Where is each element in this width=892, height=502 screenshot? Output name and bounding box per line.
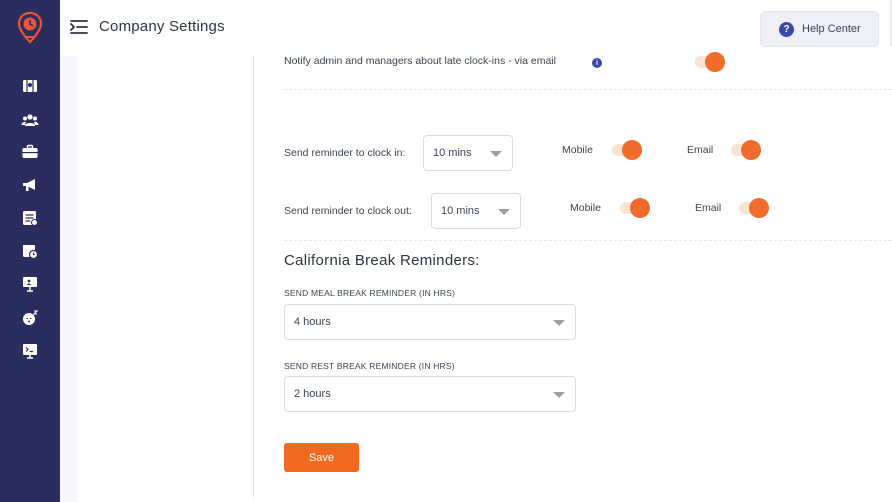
clock-out-mobile-label: Mobile (570, 202, 601, 214)
help-center-button[interactable]: ? Help Center (760, 11, 879, 47)
toggle-knob (630, 198, 650, 218)
toggle-knob (705, 52, 725, 72)
report-icon[interactable] (21, 209, 39, 227)
clock-out-mobile-toggle[interactable] (620, 198, 650, 218)
clock-out-reminder-value: 10 mins (441, 205, 480, 217)
top-header: Company Settings ? Help Center (60, 0, 892, 56)
rest-break-select[interactable]: 2 hours (284, 376, 576, 412)
clock-in-reminder-value: 10 mins (433, 147, 472, 159)
save-button[interactable]: Save (284, 443, 359, 472)
info-icon[interactable]: i (592, 58, 602, 68)
toggle-knob (622, 140, 642, 160)
chevron-down-icon (498, 209, 510, 215)
clock-in-email-label: Email (687, 144, 714, 156)
clock-out-reminder-label: Send reminder to clock out: (284, 205, 412, 217)
meal-break-value: 4 hours (294, 316, 331, 328)
settings-main-panel (254, 56, 892, 502)
meal-break-select[interactable]: 4 hours (284, 304, 576, 340)
chevron-down-icon (553, 320, 565, 326)
notify-email-toggle[interactable] (695, 52, 725, 72)
presentation-icon[interactable] (21, 275, 39, 293)
app-logo[interactable] (17, 11, 43, 44)
help-center-label: Help Center (802, 23, 861, 35)
clock-out-reminder-select[interactable]: 10 mins (431, 193, 521, 229)
terminal-icon[interactable] (21, 342, 39, 360)
page-title: Company Settings (99, 18, 225, 35)
people-icon[interactable] (21, 111, 39, 129)
clock-in-mobile-toggle[interactable] (612, 140, 642, 160)
clock-in-reminder-label: Send reminder to clock in: (284, 147, 406, 159)
settings-nav-panel (78, 56, 253, 502)
chevron-down-icon (490, 151, 502, 157)
rest-break-value: 2 hours (294, 388, 331, 400)
chevron-down-icon (553, 392, 565, 398)
california-break-title: California Break Reminders: (284, 252, 480, 269)
meal-break-label: SEND MEAL BREAK REMINDER (IN HRS) (284, 288, 456, 298)
sleep-icon[interactable] (21, 309, 39, 327)
clock-out-email-label: Email (695, 202, 722, 214)
rest-break-label: SEND REST BREAK REMINDER (IN HRS) (284, 361, 455, 371)
map-icon[interactable] (21, 77, 39, 95)
briefcase-icon[interactable] (21, 143, 39, 161)
help-icon: ? (779, 21, 794, 37)
sidebar (0, 0, 60, 502)
calendar-clock-icon[interactable] (21, 242, 39, 260)
clock-in-reminder-select[interactable]: 10 mins (423, 135, 513, 171)
menu-toggle-icon[interactable] (70, 19, 88, 35)
clock-in-email-toggle[interactable] (731, 140, 761, 160)
megaphone-icon[interactable] (21, 176, 39, 194)
toggle-knob (749, 198, 769, 218)
section-divider (284, 240, 892, 241)
toggle-knob (741, 140, 761, 160)
section-divider (284, 89, 892, 90)
notify-late-clockins-label: Notify admin and managers about late clo… (284, 55, 556, 67)
clock-in-mobile-label: Mobile (562, 144, 593, 156)
clock-out-email-toggle[interactable] (739, 198, 769, 218)
